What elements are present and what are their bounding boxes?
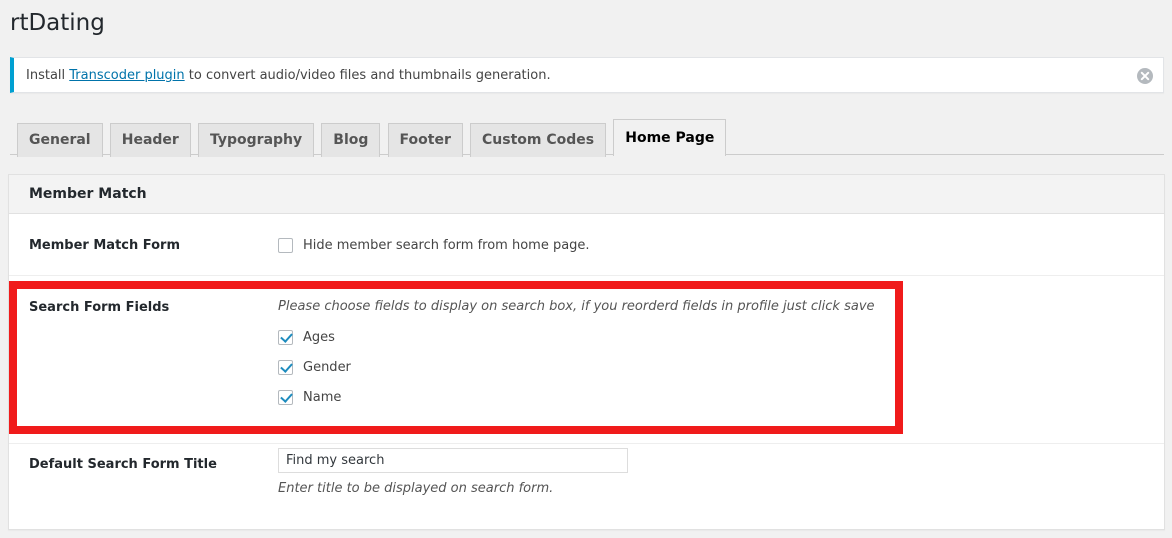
field-ages-label: Ages [303, 329, 335, 345]
field-ages-checkbox[interactable] [278, 329, 293, 345]
search-form-fields-label: Search Form Fields [29, 300, 170, 315]
tab-home-page[interactable]: Home Page [613, 119, 727, 156]
field-name-row[interactable]: Name [278, 384, 875, 410]
dismiss-circle-icon [1137, 68, 1153, 84]
hide-member-search-form-label: Hide member search form from home page. [303, 237, 590, 253]
field-gender-checkbox[interactable] [278, 359, 293, 375]
hide-member-search-form-checkbox[interactable] [278, 237, 293, 253]
notice-banner: Install Transcoder plugin to convert aud… [10, 57, 1164, 93]
search-form-fields-body: Please choose fields to display on searc… [278, 298, 875, 410]
panel-header: Member Match [9, 175, 1164, 214]
notice-text-after: to convert audio/video files and thumbna… [184, 68, 551, 83]
row-search-form-fields: Search Form Fields Please choose fields … [9, 276, 1164, 444]
field-gender-row[interactable]: Gender [278, 354, 875, 380]
field-name-label: Name [303, 389, 342, 405]
tab-custom-codes[interactable]: Custom Codes [470, 123, 607, 157]
member-match-form-label: Member Match Form [29, 238, 181, 253]
tab-header[interactable]: Header [109, 123, 191, 157]
notice-message: Install Transcoder plugin to convert aud… [26, 67, 551, 85]
panel-header-title: Member Match [29, 186, 147, 202]
tab-general[interactable]: General [17, 123, 103, 157]
hide-member-search-form-row[interactable]: Hide member search form from home page. [278, 232, 590, 258]
notice-dismiss-button[interactable] [1135, 66, 1155, 86]
notice-text-before: Install [26, 68, 70, 83]
tab-footer[interactable]: Footer [387, 123, 463, 157]
default-search-form-title-body: Enter title to be displayed on search fo… [278, 448, 628, 498]
member-match-panel: Member Match Member Match Form Hide memb… [8, 174, 1165, 530]
page-title: rtDating [10, 10, 105, 36]
transcoder-plugin-link[interactable]: Transcoder plugin [69, 68, 184, 83]
row-default-search-form-title: Default Search Form Title Enter title to… [9, 444, 1164, 529]
field-ages-row[interactable]: Ages [278, 324, 875, 350]
settings-tabs: General Header Typography Blog Footer Cu… [10, 118, 1164, 157]
default-search-form-title-help: Enter title to be displayed on search fo… [278, 481, 554, 496]
tab-typography[interactable]: Typography [197, 123, 315, 157]
search-form-fields-help: Please choose fields to display on searc… [278, 299, 875, 314]
member-match-form-body: Hide member search form from home page. [278, 232, 590, 258]
default-search-form-title-input[interactable] [278, 448, 628, 473]
field-gender-label: Gender [303, 359, 351, 375]
default-search-form-title-label: Default Search Form Title [29, 457, 217, 472]
field-name-checkbox[interactable] [278, 389, 293, 405]
tab-blog[interactable]: Blog [321, 123, 381, 157]
row-member-match-form: Member Match Form Hide member search for… [9, 214, 1164, 276]
